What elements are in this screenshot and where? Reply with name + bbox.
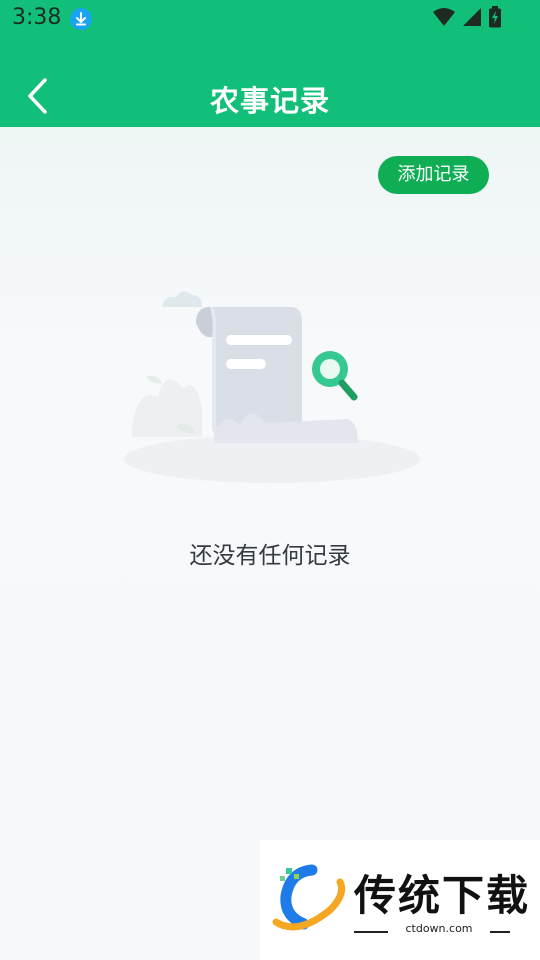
main-content: 添加记录 还没有任何记录 — [0, 127, 540, 960]
watermark-name: 传统下载 — [354, 871, 531, 920]
battery-charging-icon — [488, 6, 502, 32]
watermark-divider — [354, 931, 388, 933]
status-time: 3:38 — [12, 5, 62, 30]
watermark-divider — [490, 931, 510, 933]
signal-icon — [462, 7, 482, 31]
watermark-logo-icon — [272, 864, 346, 931]
app-bar: 农事记录 — [0, 38, 540, 127]
empty-illustration — [110, 277, 430, 487]
status-icons — [432, 6, 502, 32]
wifi-icon — [432, 7, 456, 31]
empty-message: 还没有任何记录 — [189, 543, 351, 569]
add-record-button[interactable]: 添加记录 — [378, 156, 489, 194]
page-title: 农事记录 — [209, 84, 330, 118]
download-icon — [70, 8, 92, 30]
status-bar: 3:38 — [0, 0, 540, 38]
watermark-url: ctdown.com — [405, 922, 473, 935]
watermark: 传统下载 ctdown.com — [260, 840, 540, 960]
